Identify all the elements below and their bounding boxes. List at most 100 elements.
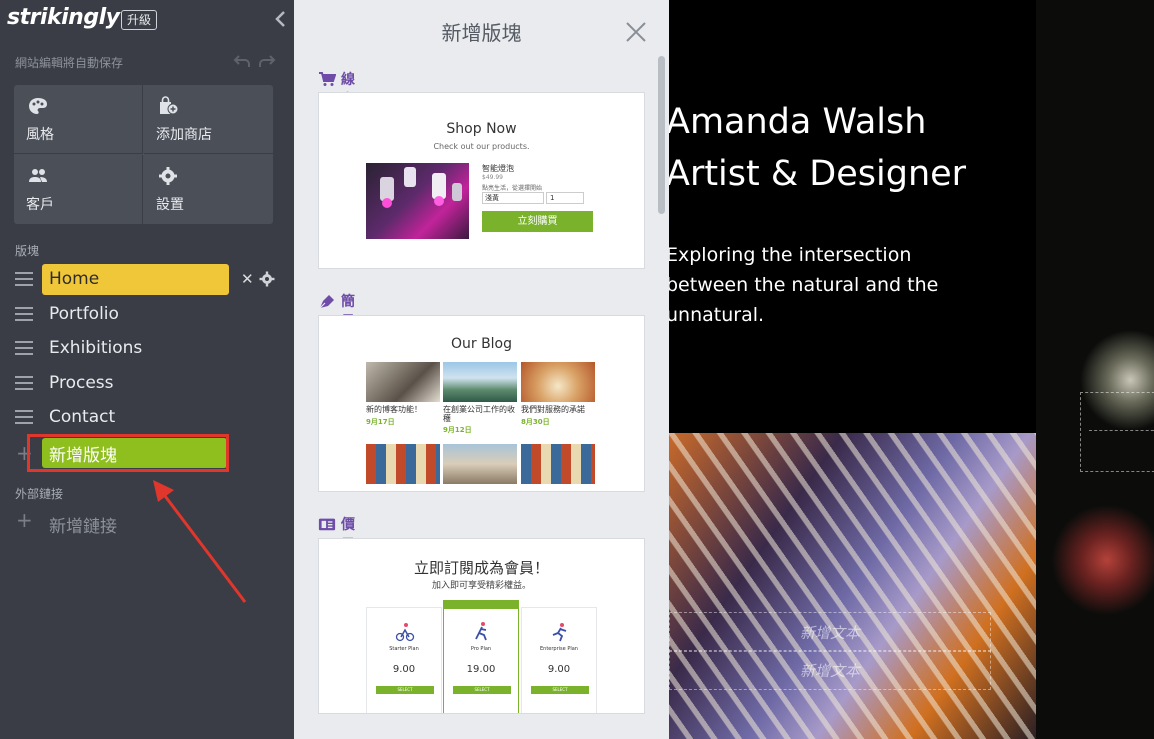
product-image [366,163,469,239]
blog-image [443,362,517,402]
hero-name[interactable]: Amanda Walsh [669,102,926,142]
panel-scrollbar[interactable] [658,56,665,214]
product-description: 點亮生活，從選擇開始 [482,185,543,192]
close-icon[interactable] [624,20,648,44]
plan-card-enterprise: Enterprise Plan 9.00 SELECT [521,607,597,713]
add-text-placeholder[interactable]: 新增文本 [669,612,991,652]
section-row-exhibitions[interactable]: Exhibitions [0,333,294,365]
blog-title: Our Blog [450,336,513,352]
product-price: $49.99 [482,174,503,181]
site-preview: Amanda Walsh Artist & Designer Exploring… [669,0,1154,739]
light-bulb-icon [380,167,462,208]
customers-tile[interactable]: 客戶 [14,155,143,224]
plan-select-button: SELECT [453,686,511,694]
upgrade-button[interactable]: 升級 [121,10,158,30]
section-label: Contact [49,407,116,427]
section-row-process[interactable]: Process [0,368,294,400]
delete-section-icon[interactable]: ✕ [241,270,254,288]
gear-icon [159,167,177,185]
people-icon [29,169,47,182]
artwork-image [669,433,1036,739]
customers-tile-label: 客戶 [26,197,54,213]
annotation-highlight-box [27,434,229,472]
strikingly-logo[interactable]: strikingly [7,5,120,30]
section-label: Exhibitions [49,338,143,358]
drag-handle-icon[interactable] [15,376,33,390]
pricing-title: 立即訂閱成為會員！ [413,559,549,577]
element-outline [1089,430,1154,431]
palette-icon [29,98,47,114]
blog-post-title: 我們對服務的承諾 [521,405,585,414]
plan-select-button: SELECT [376,686,434,694]
price-list-icon [318,518,336,531]
hero-description[interactable]: Exploring the intersection between the n… [669,240,966,330]
blog-post-date: 8月30日 [521,418,550,426]
drag-handle-icon[interactable] [15,272,33,286]
cyclist-icon [395,623,415,642]
plan-price: 9.00 [547,664,571,675]
runner-icon [475,622,487,641]
pricing-template-card[interactable]: 立即訂閱成為會員！ 加入即可享受精彩權益。 Starter Plan 9.00 … [318,538,645,714]
hero-role[interactable]: Artist & Designer [669,154,966,194]
shopping-cart-icon [319,72,336,86]
blog-image [443,444,517,484]
drag-handle-icon[interactable] [15,341,33,355]
section-settings-gear-icon[interactable] [259,271,275,287]
section-row-home[interactable]: Home ✕ [0,264,294,296]
style-tile[interactable]: 風格 [14,85,143,154]
section-row-contact[interactable]: Contact [0,402,294,434]
plan-select-button: SELECT [531,686,589,694]
settings-tile-label: 設置 [156,197,184,213]
sections-heading: 版塊 [15,244,40,258]
variant-select: 淺黃 [482,192,544,204]
blog-image [521,444,595,484]
quantity-field: 1 [546,192,584,204]
plan-name: Enterprise Plan [540,646,578,652]
add-link-label: 新增鏈接 [49,517,117,537]
settings-tile[interactable]: 設置 [144,155,273,224]
add-section-panel: 新增版塊 線上商城 Shop Now Check out our product… [294,0,669,739]
undo-icon[interactable] [233,53,251,69]
style-tile-label: 風格 [26,127,54,143]
buy-now-button: 立刻購買 [482,211,593,232]
blog-post-date: 9月17日 [366,418,395,426]
plan-card-starter: Starter Plan 9.00 SELECT [366,607,442,713]
collapse-sidebar-icon[interactable] [272,10,290,28]
floral-background-image [1036,0,1154,739]
section-label: Portfolio [49,304,119,324]
add-store-tile[interactable]: 添加商店 [144,85,273,154]
shop-subtitle: Check out our products. [433,142,530,151]
plan-name: Pro Plan [470,646,492,652]
blog-template-card[interactable]: Our Blog 新的博客功能！ 在創業公司工作的收穫 我們對服務的承諾 9月1… [318,315,645,492]
plan-card-pro: Pro Plan 19.00 SELECT [443,600,519,713]
plus-icon: + [16,508,33,532]
external-links-heading: 外部鏈接 [15,487,64,501]
shopping-bag-add-icon [160,96,179,115]
blog-post-title: 在創業公司工作的收穫 [443,405,515,423]
drag-handle-icon[interactable] [15,410,33,424]
plan-name: Starter Plan [389,646,419,652]
plan-price: 9.00 [392,664,416,675]
plan-price: 19.00 [466,664,496,675]
redo-icon[interactable] [258,53,276,69]
section-label: Process [49,373,114,393]
pricing-subtitle: 加入即可享受精彩權益。 [431,581,531,591]
blog-image [366,444,440,484]
editor-tiles: 風格 添加商店 客戶 設置 [14,85,273,224]
add-store-tile-label: 添加商店 [156,127,212,143]
product-name: 智能燈泡 [482,164,514,173]
autosave-text: 網站編輯將自動保存 [15,56,124,70]
drag-handle-icon[interactable] [15,307,33,321]
store-template-card[interactable]: Shop Now Check out our products. 智能燈泡 $4… [318,92,645,269]
blog-post-date: 9月12日 [443,426,472,434]
recommended-badge [444,601,518,609]
pen-nib-icon [319,295,334,309]
panel-title: 新增版塊 [441,21,522,45]
blog-image [521,362,595,402]
section-row-portfolio[interactable]: Portfolio [0,299,294,331]
section-label: Home [49,269,100,289]
add-section-row[interactable]: + 新增版塊 [0,434,294,472]
add-text-placeholder[interactable]: 新增文本 [669,650,991,690]
sprinter-icon [552,623,567,642]
blog-post-title: 新的博客功能！ [366,405,422,414]
